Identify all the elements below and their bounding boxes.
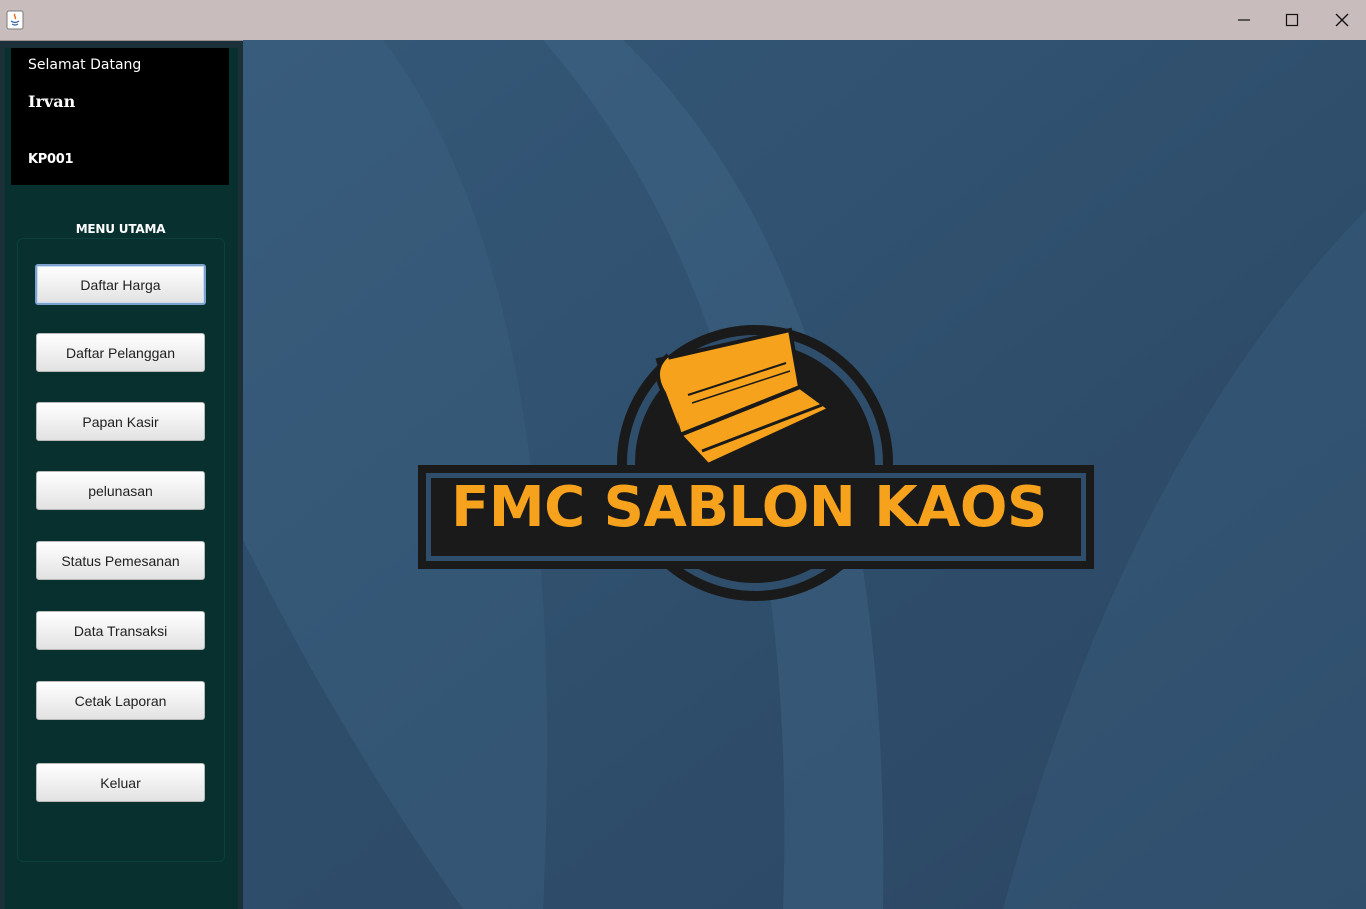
- java-app-icon: [6, 10, 24, 30]
- pelunasan-button[interactable]: pelunasan: [36, 471, 205, 510]
- welcome-label: Selamat Datang: [28, 57, 142, 73]
- minimize-icon: [1238, 19, 1250, 21]
- user-code-label: KP001: [28, 152, 74, 167]
- close-button[interactable]: [1318, 0, 1366, 40]
- username-label: Irvan: [28, 92, 76, 111]
- maximize-button[interactable]: [1268, 0, 1316, 40]
- cetak-laporan-button[interactable]: Cetak Laporan: [36, 681, 205, 720]
- sidebar: Selamat Datang Irvan KP001 MENU UTAMA Da…: [5, 48, 238, 909]
- status-pemesanan-button[interactable]: Status Pemesanan: [36, 541, 205, 580]
- main-content: FMC SABLON KAOS: [243, 40, 1366, 909]
- daftar-harga-button[interactable]: Daftar Harga: [35, 264, 206, 305]
- keluar-button[interactable]: Keluar: [36, 763, 205, 802]
- user-panel: Selamat Datang Irvan KP001: [11, 48, 229, 185]
- app-window: Selamat Datang Irvan KP001 MENU UTAMA Da…: [0, 0, 1366, 909]
- maximize-icon: [1285, 13, 1299, 27]
- squeegee-logo-icon: [418, 325, 1094, 601]
- papan-kasir-button[interactable]: Papan Kasir: [36, 402, 205, 441]
- daftar-pelanggan-button[interactable]: Daftar Pelanggan: [36, 333, 205, 372]
- title-bar: [0, 0, 1366, 41]
- close-icon: [1335, 13, 1349, 27]
- logo-text: FMC SABLON KAOS: [451, 475, 1047, 540]
- menu-title: MENU UTAMA: [75, 222, 166, 236]
- data-transaksi-button[interactable]: Data Transaksi: [36, 611, 205, 650]
- fmc-sablon-logo: FMC SABLON KAOS: [418, 325, 1098, 605]
- minimize-button[interactable]: [1220, 0, 1268, 40]
